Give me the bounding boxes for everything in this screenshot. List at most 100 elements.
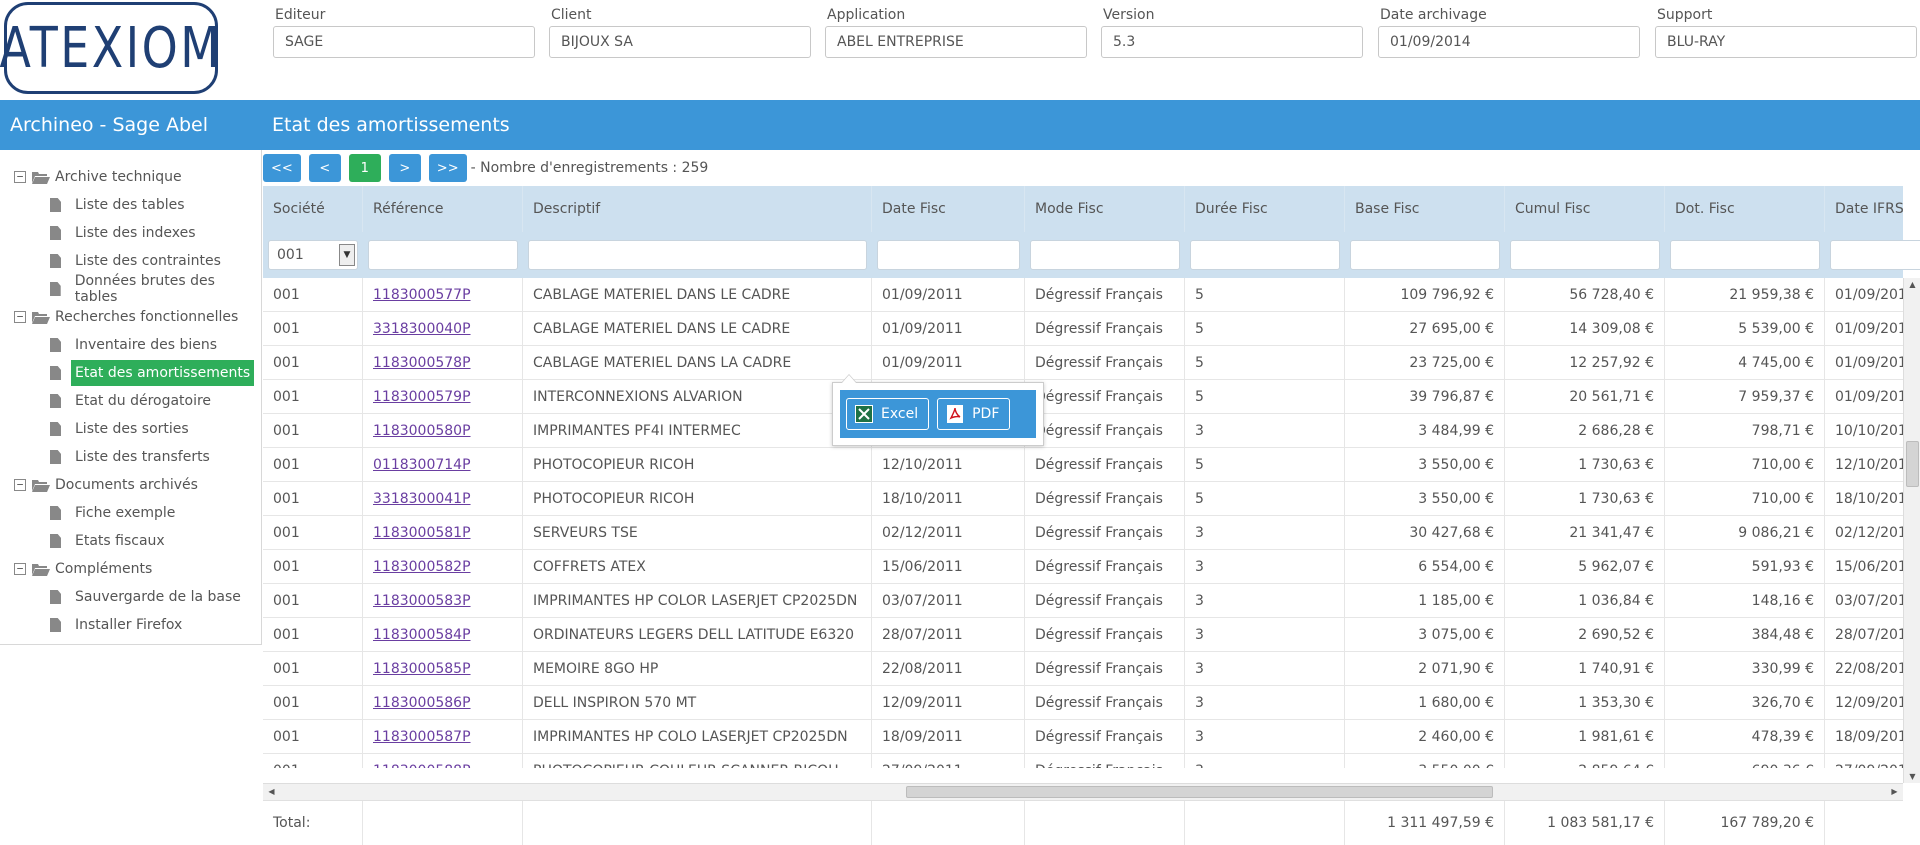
collapse-toggle-icon[interactable]: − bbox=[14, 479, 26, 491]
cell-reference[interactable]: 1183000587P bbox=[363, 720, 523, 754]
sidebar-item[interactable]: Liste des indexes bbox=[0, 219, 261, 247]
sidebar-item[interactable]: Inventaire des biens bbox=[0, 331, 261, 359]
filter-input-reference[interactable] bbox=[368, 240, 518, 270]
reference-link[interactable]: 1183000577P bbox=[373, 287, 471, 303]
column-header-mode-fisc[interactable]: Mode Fisc bbox=[1025, 186, 1185, 232]
column-header-date-ifrs[interactable]: Date IFRS bbox=[1825, 186, 1920, 232]
sidebar-item[interactable]: Données brutes des tables bbox=[0, 273, 261, 305]
field-value-client[interactable]: BIJOUX SA bbox=[549, 26, 811, 58]
reference-link[interactable]: 1183000584P bbox=[373, 627, 471, 643]
scroll-left-icon[interactable]: ◀ bbox=[263, 787, 280, 796]
cell-reference[interactable]: 1183000584P bbox=[363, 618, 523, 652]
filter-input-mode-fisc[interactable] bbox=[1030, 240, 1180, 270]
cell-reference[interactable]: 1183000579P bbox=[363, 380, 523, 414]
table-row[interactable]: 001 1183000578P CABLAGE MATERIEL DANS LA C… bbox=[263, 346, 1903, 380]
filter-input-duree-fisc[interactable] bbox=[1190, 240, 1340, 270]
tree-folder[interactable]: − Archive technique bbox=[0, 163, 261, 191]
reference-link[interactable]: 1183000583P bbox=[373, 593, 471, 609]
scroll-right-icon[interactable]: ▶ bbox=[1886, 787, 1903, 796]
table-row[interactable]: 001 1183000579P INTERCONNEXIONS ALVARION Dé… bbox=[263, 380, 1903, 414]
filter-input-cumul-fisc[interactable] bbox=[1510, 240, 1660, 270]
reference-link[interactable]: 3318300040P bbox=[373, 321, 471, 337]
filter-input-descriptif[interactable] bbox=[528, 240, 867, 270]
reference-link[interactable]: 1183000586P bbox=[373, 695, 471, 711]
sidebar-item[interactable]: Etat des amortissements bbox=[0, 359, 261, 387]
column-header-societe[interactable]: Société bbox=[263, 186, 363, 232]
sidebar-item[interactable]: Fiche exemple bbox=[0, 499, 261, 527]
column-header-reference[interactable]: Référence bbox=[363, 186, 523, 232]
field-value-support[interactable]: BLU-RAY bbox=[1655, 26, 1917, 58]
next-page-button[interactable]: > bbox=[388, 154, 421, 182]
reference-link[interactable]: 1183000580P bbox=[373, 423, 471, 439]
horizontal-scroll-thumb[interactable] bbox=[906, 786, 1493, 798]
horizontal-scrollbar[interactable]: ◀ ▶ bbox=[263, 783, 1903, 800]
prev-page-button[interactable]: < bbox=[308, 154, 341, 182]
reference-link[interactable]: 1183000587P bbox=[373, 729, 471, 745]
table-row[interactable]: 001 1183000583P IMPRIMANTES HP COLOR LASER… bbox=[263, 584, 1903, 618]
filter-input-base-fisc[interactable] bbox=[1350, 240, 1500, 270]
vertical-scrollbar[interactable]: ▲ ▼ bbox=[1903, 278, 1920, 783]
cell-reference[interactable]: 3318300040P bbox=[363, 312, 523, 346]
reference-link[interactable]: 0118300714P bbox=[373, 457, 471, 473]
cell-reference[interactable]: 1183000577P bbox=[363, 278, 523, 312]
column-header-dot-fisc[interactable]: Dot. Fisc bbox=[1665, 186, 1825, 232]
filter-input-date-ifrs[interactable] bbox=[1830, 240, 1920, 270]
last-page-button[interactable]: >> bbox=[428, 154, 467, 182]
reference-link[interactable]: 3318300041P bbox=[373, 491, 471, 507]
sidebar-item[interactable]: Liste des sorties bbox=[0, 415, 261, 443]
reference-link[interactable]: 1183000581P bbox=[373, 525, 471, 541]
scroll-down-icon[interactable]: ▼ bbox=[1904, 772, 1920, 781]
tree-folder[interactable]: − Documents archivés bbox=[0, 471, 261, 499]
reference-link[interactable]: 1183000588P bbox=[373, 763, 471, 768]
cell-reference[interactable]: 1183000580P bbox=[363, 414, 523, 448]
vertical-scroll-thumb[interactable] bbox=[1906, 441, 1919, 487]
column-header-base-fisc[interactable]: Base Fisc bbox=[1345, 186, 1505, 232]
table-row[interactable]: 001 3318300040P CABLAGE MATERIEL DANS LE C… bbox=[263, 312, 1903, 346]
current-page-button[interactable]: 1 bbox=[348, 154, 381, 182]
filter-input-date-fisc[interactable] bbox=[877, 240, 1020, 270]
cell-reference[interactable]: 1183000583P bbox=[363, 584, 523, 618]
reference-link[interactable]: 1183000585P bbox=[373, 661, 471, 677]
table-row[interactable]: 001 1183000581P SERVEURS TSE 02/12/2011 Dégr… bbox=[263, 516, 1903, 550]
filter-input-dot-fisc[interactable] bbox=[1670, 240, 1820, 270]
table-row[interactable]: 001 1183000580P IMPRIMANTES PF4I INTERMEC D… bbox=[263, 414, 1903, 448]
sidebar-item[interactable]: Liste des transferts bbox=[0, 443, 261, 471]
sidebar-item[interactable]: Liste des tables bbox=[0, 191, 261, 219]
column-header-date-fisc[interactable]: Date Fisc bbox=[872, 186, 1025, 232]
first-page-button[interactable]: << bbox=[263, 154, 301, 182]
column-header-cumul-fisc[interactable]: Cumul Fisc bbox=[1505, 186, 1665, 232]
table-row[interactable]: 001 1183000587P IMPRIMANTES HP COLO LASERJ… bbox=[263, 720, 1903, 754]
reference-link[interactable]: 1183000578P bbox=[373, 355, 471, 371]
reference-link[interactable]: 1183000582P bbox=[373, 559, 471, 575]
table-row[interactable]: 001 1183000584P ORDINATEURS LEGERS DELL LA… bbox=[263, 618, 1903, 652]
collapse-toggle-icon[interactable]: − bbox=[14, 563, 26, 575]
sidebar-item[interactable]: Etat du dérogatoire bbox=[0, 387, 261, 415]
cell-reference[interactable]: 1183000585P bbox=[363, 652, 523, 686]
field-value-date-archivage[interactable]: 01/09/2014 bbox=[1378, 26, 1640, 58]
dropdown-arrow-icon[interactable]: ▼ bbox=[339, 244, 355, 266]
table-row[interactable]: 001 1183000585P MEMOIRE 8GO HP 22/08/2011 Dé… bbox=[263, 652, 1903, 686]
collapse-toggle-icon[interactable]: − bbox=[14, 171, 26, 183]
collapse-toggle-icon[interactable]: − bbox=[14, 311, 26, 323]
cell-reference[interactable]: 1183000586P bbox=[363, 686, 523, 720]
table-row[interactable]: 001 1183000577P CABLAGE MATERIEL DANS LE C… bbox=[263, 278, 1903, 312]
column-header-descriptif[interactable]: Descriptif bbox=[523, 186, 872, 232]
export-pdf-button[interactable]: PDF bbox=[937, 398, 1011, 430]
field-value-version[interactable]: 5.3 bbox=[1101, 26, 1363, 58]
cell-reference[interactable]: 3318300041P bbox=[363, 482, 523, 516]
reference-link[interactable]: 1183000579P bbox=[373, 389, 471, 405]
table-row[interactable]: 001 3318300041P PHOTOCOPIEUR RICOH 18/10/20… bbox=[263, 482, 1903, 516]
field-value-editeur[interactable]: SAGE bbox=[273, 26, 535, 58]
column-header-duree-fisc[interactable]: Durée Fisc bbox=[1185, 186, 1345, 232]
cell-reference[interactable]: 1183000581P bbox=[363, 516, 523, 550]
tree-folder[interactable]: − Compléments bbox=[0, 555, 261, 583]
table-row[interactable]: 001 1183000588P PHOTOCOPIEUR COULEUR SCANN… bbox=[263, 754, 1903, 768]
field-value-application[interactable]: ABEL ENTREPRISE bbox=[825, 26, 1087, 58]
export-excel-button[interactable]: Excel bbox=[846, 398, 930, 430]
table-row[interactable]: 001 0118300714P PHOTOCOPIEUR RICOH 12/10/20… bbox=[263, 448, 1903, 482]
table-row[interactable]: 001 1183000586P DELL INSPIRON 570 MT 12/09/… bbox=[263, 686, 1903, 720]
cell-reference[interactable]: 0118300714P bbox=[363, 448, 523, 482]
cell-reference[interactable]: 1183000578P bbox=[363, 346, 523, 380]
sidebar-item[interactable]: Etats fiscaux bbox=[0, 527, 261, 555]
cell-reference[interactable]: 1183000582P bbox=[363, 550, 523, 584]
